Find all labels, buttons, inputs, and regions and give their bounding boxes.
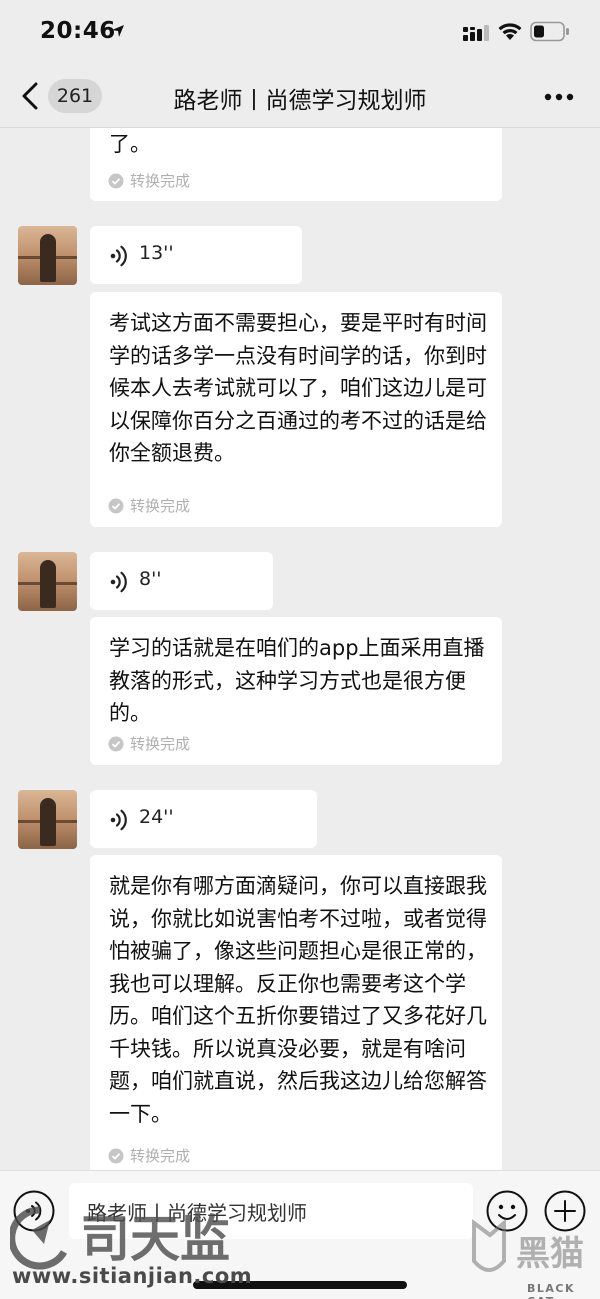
check-circle-icon: [108, 173, 124, 189]
voice-duration: 8'': [139, 568, 162, 590]
black-cat-brand-text: 黑猫: [516, 1234, 584, 1274]
chat-header: 261 路老师丨尚德学习规划师: [0, 62, 600, 128]
sender-avatar[interactable]: [18, 552, 77, 611]
conversion-status-label: 转换完成: [130, 497, 191, 515]
conversion-status-label: 转换完成: [130, 1147, 191, 1165]
conversion-status: 转换完成: [108, 495, 190, 516]
conversion-status-label: 转换完成: [130, 735, 191, 753]
transcribed-text-bubble[interactable]: 就是你有哪方面滴疑问，你可以直接跟我说，你就比如说害怕考不过啦，或者觉得怕被骗了…: [90, 855, 502, 1170]
check-circle-icon: [108, 736, 124, 752]
more-options-icon[interactable]: [544, 93, 574, 101]
voice-duration: 24'': [139, 806, 174, 828]
wifi-icon: [498, 23, 522, 40]
conversion-status: 转换完成: [108, 733, 190, 754]
chat-title: 路老师丨尚德学习规划师: [173, 88, 427, 114]
black-cat-watermark-text: BLACK CAT: [527, 1282, 576, 1299]
battery-icon: [530, 21, 569, 42]
message-text: 学习的话就是在咱们的app上面采用直播教落的形式，这种学习方式也是很方便的。: [109, 636, 485, 725]
location-arrow-icon: [112, 25, 124, 37]
sitianjian-watermark-url: www.sitianjian.com: [12, 1264, 253, 1288]
back-chevron-icon[interactable]: [20, 82, 40, 110]
sitianjian-brand-text: 司天监: [80, 1210, 230, 1268]
unread-count-badge[interactable]: 261: [48, 79, 102, 113]
check-circle-icon: [108, 498, 124, 514]
sender-avatar[interactable]: [18, 790, 77, 849]
status-bar: 20:46: [0, 0, 600, 62]
message-list[interactable]: 了。 转换完成 13'' 考试这方面不需要担心，要是平时有时间学的话多学一点没有…: [0, 128, 600, 1170]
cellular-signal-icon: [463, 25, 489, 41]
voice-wave-icon: [110, 245, 127, 267]
message-text: 就是你有哪方面滴疑问，你可以直接跟我说，你就比如说害怕考不过啦，或者觉得怕被骗了…: [109, 874, 487, 1126]
sender-avatar[interactable]: [18, 226, 77, 285]
voice-wave-icon: [110, 809, 127, 831]
voice-duration: 13'': [139, 242, 174, 264]
transcribed-text-bubble[interactable]: 考试这方面不需要担心，要是平时有时间学的话多学一点没有时间学的话，你到时候本人去…: [90, 292, 502, 527]
transcribed-text-bubble[interactable]: 了。 转换完成: [90, 128, 502, 201]
voice-message-bubble[interactable]: 13'': [90, 226, 302, 284]
conversion-status: 转换完成: [108, 1145, 190, 1166]
message-text: 考试这方面不需要担心，要是平时有时间学的话多学一点没有时间学的话，你到时候本人去…: [109, 311, 487, 465]
voice-wave-icon: [110, 571, 127, 593]
conversion-status-label: 转换完成: [130, 172, 191, 190]
message-text: 了。: [109, 132, 151, 156]
voice-message-bubble[interactable]: 24'': [90, 790, 317, 848]
voice-message-bubble[interactable]: 8'': [90, 552, 273, 610]
transcribed-text-bubble[interactable]: 学习的话就是在咱们的app上面采用直播教落的形式，这种学习方式也是很方便的。 转…: [90, 617, 502, 765]
status-time: 20:46: [40, 18, 116, 44]
conversion-status: 转换完成: [108, 170, 190, 191]
check-circle-icon: [108, 1148, 124, 1164]
